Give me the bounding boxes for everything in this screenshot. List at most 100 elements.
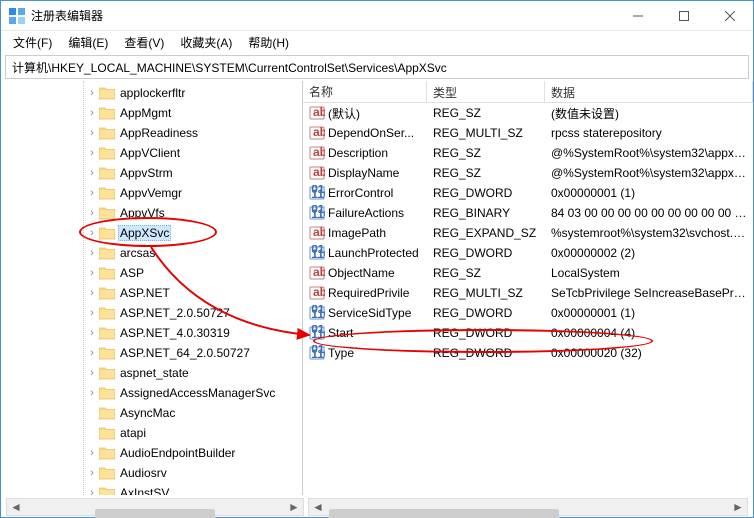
tree-item[interactable]: › AppMgmt [1, 103, 302, 123]
close-button[interactable] [707, 1, 753, 30]
value-data: @%SystemRoot%\system32\appxdeploymentser… [545, 145, 753, 161]
value-name: RequiredPrivile [328, 286, 409, 300]
value-data: rpcss staterepository [545, 125, 753, 141]
tree-item[interactable]: AsyncMac [1, 403, 302, 423]
value-type: REG_DWORD [427, 305, 545, 321]
value-row[interactable]: abObjectNameREG_SZLocalSystem [303, 263, 753, 283]
svg-text:ab: ab [313, 225, 325, 239]
value-data: 84 03 00 00 00 00 00 00 00 00 00 00 ... [545, 205, 753, 221]
value-row[interactable]: abDisplayNameREG_SZ@%SystemRoot%\system3… [303, 163, 753, 183]
tree-item[interactable]: › aspnet_state [1, 363, 302, 383]
menu-view[interactable]: 查看(V) [116, 32, 172, 53]
maximize-button[interactable] [661, 1, 707, 30]
address-bar[interactable]: 计算机\HKEY_LOCAL_MACHINE\SYSTEM\CurrentCon… [5, 55, 749, 79]
list-scrollbar-horizontal[interactable]: ◄► [308, 498, 748, 516]
value-row[interactable]: abDependOnSer...REG_MULTI_SZrpcss stater… [303, 123, 753, 143]
chevron-right-icon[interactable]: › [85, 227, 99, 239]
tree-item[interactable]: atapi [1, 423, 302, 443]
tree-item[interactable]: ›Audiosrv [1, 463, 302, 483]
value-row[interactable]: 011110TypeREG_DWORD0x00000020 (32) [303, 343, 753, 363]
tree-item[interactable]: ›applockerfltr [1, 83, 302, 103]
tree-item[interactable]: ›AudioEndpointBuilder [1, 443, 302, 463]
value-row[interactable]: abRequiredPrivileREG_MULTI_SZSeTcbPrivil… [303, 283, 753, 303]
tree-item[interactable]: ›ASP [1, 263, 302, 283]
value-data: 0x00000004 (4) [545, 325, 753, 341]
tree-item[interactable]: ›AppvStrm [1, 163, 302, 183]
chevron-right-icon[interactable]: › [85, 127, 99, 139]
window-title: 注册表编辑器 [31, 7, 615, 24]
value-name: Start [328, 326, 353, 340]
tree-item[interactable]: ›arcsas [1, 243, 302, 263]
tree-item-label: AppvVemgr [118, 186, 184, 200]
value-data: %systemroot%\system32\svchost.exe -k wsa… [545, 225, 753, 241]
value-data: 0x00000001 (1) [545, 305, 753, 321]
col-data[interactable]: 数据 [545, 81, 753, 102]
chevron-right-icon[interactable]: › [85, 287, 99, 299]
svg-text:110: 110 [311, 247, 325, 261]
value-name: Description [328, 146, 388, 160]
tree-item[interactable]: ›AxInstSV [1, 483, 302, 495]
chevron-right-icon[interactable]: › [85, 307, 99, 319]
chevron-right-icon[interactable]: › [85, 207, 99, 219]
chevron-right-icon[interactable]: › [85, 87, 99, 99]
col-type[interactable]: 类型 [427, 81, 545, 102]
tree-item-label: ASP.NET_2.0.50727 [118, 306, 232, 320]
chevron-right-icon[interactable]: › [85, 247, 99, 259]
tree-pane[interactable]: ›applockerfltr›AppMgmt›AppReadiness›AppV… [1, 81, 303, 495]
value-row[interactable]: 011110ErrorControlREG_DWORD0x00000001 (1… [303, 183, 753, 203]
value-row[interactable]: 011110FailureActionsREG_BINARY84 03 00 0… [303, 203, 753, 223]
chevron-right-icon[interactable]: › [85, 387, 99, 399]
value-type: REG_MULTI_SZ [427, 285, 545, 301]
chevron-right-icon[interactable]: › [85, 487, 99, 495]
chevron-right-icon[interactable]: › [85, 347, 99, 359]
chevron-right-icon[interactable]: › [85, 447, 99, 459]
value-row[interactable]: 011110LaunchProtectedREG_DWORD0x00000002… [303, 243, 753, 263]
value-row[interactable]: 011110StartREG_DWORD0x00000004 (4) [303, 323, 753, 343]
menu-file[interactable]: 文件(F) [5, 32, 60, 53]
chevron-right-icon[interactable]: › [85, 327, 99, 339]
tree-item[interactable]: › ASP.NET_64_2.0.50727 [1, 343, 302, 363]
menu-favorites[interactable]: 收藏夹(A) [172, 32, 240, 53]
chevron-right-icon[interactable]: › [85, 167, 99, 179]
value-list-pane[interactable]: 名称 类型 数据 ab(默认)REG_SZ(数值未设置)abDependOnSe… [303, 81, 753, 495]
value-row[interactable]: abImagePathREG_EXPAND_SZ%systemroot%\sys… [303, 223, 753, 243]
menu-edit[interactable]: 编辑(E) [60, 32, 116, 53]
menu-help[interactable]: 帮助(H) [240, 32, 297, 53]
tree-item[interactable]: ›ASP.NET_4.0.30319 [1, 323, 302, 343]
value-type: REG_EXPAND_SZ [427, 225, 545, 241]
minimize-button[interactable] [615, 1, 661, 30]
chevron-right-icon[interactable]: › [85, 187, 99, 199]
value-name: FailureActions [328, 206, 404, 220]
tree-item-label: ASP.NET_64_2.0.50727 [118, 346, 252, 360]
value-type: REG_SZ [427, 165, 545, 181]
chevron-right-icon[interactable]: › [85, 267, 99, 279]
tree-item-label: AppMgmt [118, 106, 173, 120]
chevron-right-icon[interactable]: › [85, 107, 99, 119]
value-type: REG_DWORD [427, 345, 545, 361]
tree-item[interactable]: ›AssignedAccessManagerSvc [1, 383, 302, 403]
address-text: 计算机\HKEY_LOCAL_MACHINE\SYSTEM\CurrentCon… [12, 59, 447, 76]
chevron-right-icon[interactable]: › [85, 467, 99, 479]
tree-item[interactable]: ›AppReadiness [1, 123, 302, 143]
svg-text:110: 110 [311, 347, 325, 361]
tree-item[interactable]: ›AppXSvc [1, 223, 302, 243]
tree-item[interactable]: ›ASP.NET [1, 283, 302, 303]
tree-item[interactable]: › AppvVemgr [1, 183, 302, 203]
chevron-right-icon[interactable]: › [85, 147, 99, 159]
value-row[interactable]: abDescriptionREG_SZ@%SystemRoot%\system3… [303, 143, 753, 163]
value-row[interactable]: 011110ServiceSidTypeREG_DWORD0x00000001 … [303, 303, 753, 323]
value-type: REG_DWORD [427, 325, 545, 341]
value-name: (默认) [328, 105, 360, 122]
tree-scrollbar-horizontal[interactable]: ◄► [6, 498, 304, 516]
col-name[interactable]: 名称 [303, 81, 427, 102]
value-type: REG_MULTI_SZ [427, 125, 545, 141]
value-row[interactable]: ab(默认)REG_SZ(数值未设置) [303, 103, 753, 123]
tree-item[interactable]: ›AppVClient [1, 143, 302, 163]
value-name: DisplayName [328, 166, 399, 180]
tree-item-label: aspnet_state [118, 366, 191, 380]
value-data: 0x00000002 (2) [545, 245, 753, 261]
tree-item[interactable]: › ASP.NET_2.0.50727 [1, 303, 302, 323]
chevron-right-icon[interactable]: › [85, 367, 99, 379]
tree-item[interactable]: ›AppvVfs [1, 203, 302, 223]
value-data: SeTcbPrivilege SeIncreaseBasePriorityPri… [545, 285, 753, 301]
